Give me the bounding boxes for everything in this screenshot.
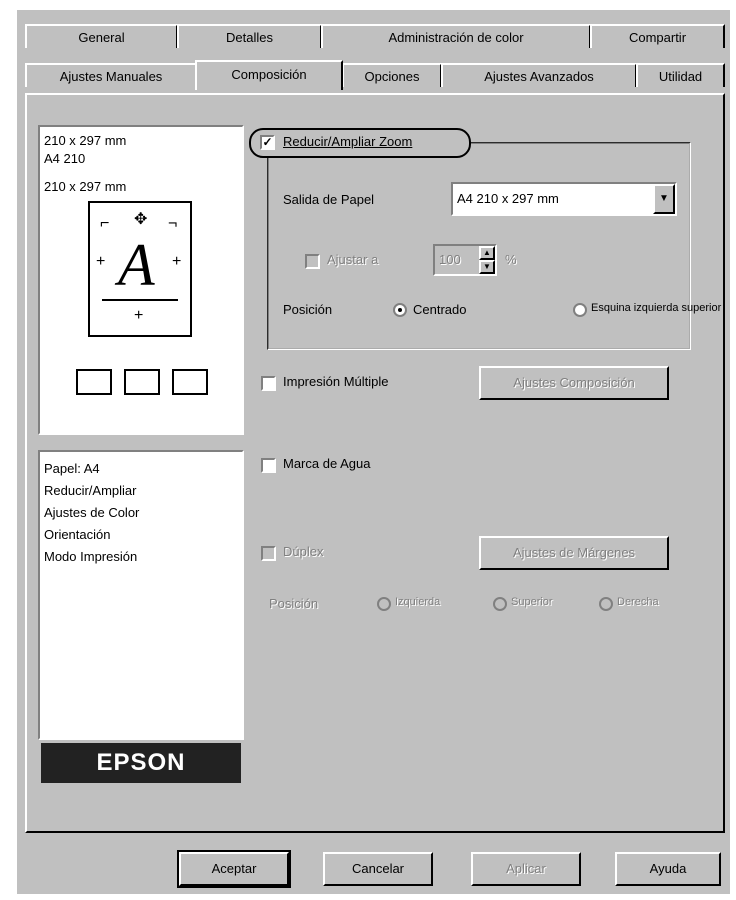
- watermark-label: Marca de Agua: [283, 456, 371, 471]
- position-option-upper-left: Esquina izquierda superior: [591, 302, 722, 314]
- tab-sharing[interactable]: Compartir: [590, 24, 725, 48]
- position-label: Posición: [283, 302, 333, 317]
- scale-label: Ajustar a: [327, 252, 379, 267]
- chevron-down-icon[interactable]: ▼: [653, 184, 675, 214]
- binding-label: Posición: [269, 596, 319, 611]
- zoom-label: Reducir/Ampliar Zoom: [283, 134, 413, 149]
- preview-letter: A: [118, 232, 155, 298]
- margin-settings-button[interactable]: Ajustes de Márgenes: [479, 536, 669, 570]
- arrow-bottom-icon: +: [134, 307, 144, 324]
- arrow-right-icon: ¬: [168, 215, 178, 232]
- layout-preview: 210 x 297 mm A4 210 210 x 297 mm ✥ ⌐ ¬ A…: [38, 125, 244, 435]
- list-item: Modo Impresión: [44, 549, 138, 564]
- binding-option-left: Izquierda: [395, 596, 441, 608]
- binding-radio-left[interactable]: [377, 597, 391, 611]
- multiple-pages-settings-button[interactable]: Ajustes Composición: [479, 366, 669, 400]
- position-option-centered: Centrado: [413, 302, 467, 317]
- preview-line-1: 210 x 297 mm: [44, 133, 127, 148]
- page-icon-landscape: [124, 369, 160, 395]
- output-paper-value: A4 210 x 297 mm: [457, 191, 559, 206]
- tab-utility[interactable]: Utilidad: [636, 63, 725, 87]
- output-paper-label: Salida de Papel: [283, 192, 375, 207]
- list-item: Ajustes de Color: [44, 505, 140, 520]
- page-icon-rotated: [172, 369, 208, 395]
- list-item: Reducir/Ampliar: [44, 483, 137, 498]
- help-button[interactable]: Ayuda: [615, 852, 721, 886]
- tab-layout[interactable]: Composición: [195, 60, 343, 90]
- duplex-label: Dúplex: [283, 544, 324, 559]
- scale-spinner[interactable]: 100 ▲ ▼: [433, 244, 497, 276]
- multiple-pages-checkbox[interactable]: [261, 376, 276, 391]
- page-icon-portrait: [76, 369, 112, 395]
- bottom-line: [102, 299, 178, 301]
- scale-unit: %: [505, 252, 517, 267]
- output-paper-select[interactable]: A4 210 x 297 mm ▼: [451, 182, 677, 216]
- orientation-icons: [76, 361, 216, 401]
- scale-value: 100: [439, 252, 461, 267]
- arrow-top-icon: ✥: [134, 211, 148, 228]
- multiple-pages-label: Impresión Múltiple: [283, 374, 389, 389]
- binding-radio-right[interactable]: [599, 597, 613, 611]
- ok-button[interactable]: Aceptar: [177, 850, 291, 888]
- binding-option-top: Superior: [511, 596, 553, 608]
- spinner-down-icon[interactable]: ▼: [479, 260, 495, 274]
- arrow-left-icon: ⌐: [100, 215, 110, 232]
- plus-left-icon: +: [96, 253, 106, 270]
- preview-line-2: A4 210: [44, 151, 86, 166]
- tab-general[interactable]: General: [25, 24, 178, 48]
- list-item: Papel: A4: [44, 461, 100, 476]
- tab-details[interactable]: Detalles: [177, 24, 322, 48]
- spinner-up-icon[interactable]: ▲: [479, 246, 495, 260]
- plus-right-icon: +: [172, 253, 182, 270]
- duplex-checkbox[interactable]: [261, 546, 276, 561]
- binding-radio-top[interactable]: [493, 597, 507, 611]
- apply-button[interactable]: Aplicar: [471, 852, 581, 886]
- position-radio-centered[interactable]: [393, 303, 407, 317]
- scale-checkbox[interactable]: [305, 254, 320, 269]
- cancel-button[interactable]: Cancelar: [323, 852, 433, 886]
- epson-logo: EPSON: [41, 743, 241, 783]
- settings-summary-list: Papel: A4 Reducir/Ampliar Ajustes de Col…: [38, 450, 244, 740]
- watermark-checkbox[interactable]: [261, 458, 276, 473]
- position-radio-upper-left[interactable]: [573, 303, 587, 317]
- binding-option-right: Derecha: [617, 596, 659, 608]
- tab-advanced-settings[interactable]: Ajustes Avanzados: [441, 63, 637, 87]
- zoom-checkbox[interactable]: ✓: [260, 135, 275, 150]
- list-item: Orientación: [44, 527, 111, 542]
- printer-properties-dialog: General Detalles Administración de color…: [17, 10, 730, 894]
- tab-manual-settings[interactable]: Ajustes Manuales: [25, 63, 197, 87]
- page-preview-icon: ✥ ⌐ ¬ A + + +: [88, 201, 192, 337]
- tab-color-management[interactable]: Administración de color: [321, 24, 591, 48]
- tab-options[interactable]: Opciones: [342, 63, 442, 87]
- preview-line-3: 210 x 297 mm: [44, 179, 127, 194]
